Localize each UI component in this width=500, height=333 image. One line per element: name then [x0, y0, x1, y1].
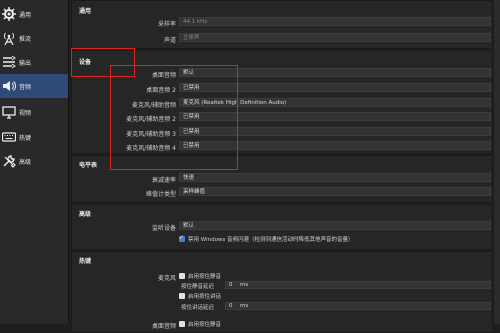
sidebar-item-audio[interactable]: 音频: [0, 74, 68, 98]
speaker-icon: [2, 79, 16, 93]
desktop-ptm-checkbox[interactable]: [179, 321, 185, 327]
sidebar-item-label: 音频: [19, 83, 32, 91]
channels-select[interactable]: 立体声: [179, 33, 491, 42]
desktop-hotkey-label: 桌面音频: [151, 323, 176, 330]
ptt-delay-label: 按住讲话延迟: [181, 305, 215, 311]
sidebar-item-advanced[interactable]: 高级: [0, 149, 68, 173]
sample-rate-select[interactable]: 44.1 kHz: [179, 17, 491, 26]
sidebar-item-label: 通用: [19, 11, 32, 19]
ptm-enable-label: 启用按住静音: [188, 274, 222, 280]
general-section: 通用 采样率 44.1 kHz 声道 立体声: [71, 0, 493, 49]
desktop-ptm-label: 启用按住静音: [188, 322, 222, 328]
section-title: 通用: [79, 8, 92, 15]
hotkey-source-label: 麦克风: [157, 275, 176, 282]
channels-label: 声道: [163, 37, 176, 44]
sidebar-item-stream[interactable]: 推流: [0, 26, 68, 50]
ducking-checkbox[interactable]: [179, 234, 185, 242]
ducking-label: 禁用 Windows 音频闪避（检测到通信活动时降低其他声音的音量）: [188, 237, 354, 243]
ptt-enable-checkbox[interactable]: [179, 293, 185, 299]
sidebar-item-video[interactable]: 视频: [0, 100, 68, 124]
sidebar-item-label: 推流: [19, 35, 32, 43]
output-icon: [2, 55, 16, 69]
gear-icon: [2, 7, 16, 21]
section-title: 高级: [79, 211, 92, 218]
vertical-scrollbar[interactable]: [494, 0, 500, 324]
sidebar-item-label: 输出: [19, 59, 32, 67]
ptt-delay-input[interactable]: 0 ms: [225, 302, 491, 310]
ptt-enable-label: 启用按住讲话: [188, 294, 222, 300]
ptm-delay-input[interactable]: 0 ms: [225, 281, 491, 289]
ptm-enable-checkbox[interactable]: [179, 273, 185, 279]
sidebar-item-label: 高级: [19, 158, 32, 166]
monitoring-device-select[interactable]: 默认: [179, 221, 491, 230]
keyboard-icon: [2, 130, 16, 144]
monitor-icon: [2, 105, 16, 119]
sample-rate-label: 采样率: [157, 21, 176, 28]
broadcast-icon: [2, 31, 16, 45]
decay-rate-label: 衰减速率: [151, 177, 176, 184]
decay-rate-select[interactable]: 快速: [179, 173, 491, 182]
hotkeys-section: 热键 麦克风 启用按住静音 按住静音延迟 0 ms 启用按住讲话 按住讲话延迟 …: [71, 251, 493, 333]
peak-meter-label: 峰值计类型: [145, 191, 176, 198]
annotation-box-device-list: [110, 65, 238, 170]
sidebar-item-general[interactable]: 通用: [0, 2, 68, 26]
ptm-delay-label: 按住静音延迟: [181, 284, 215, 290]
tools-icon: [2, 154, 16, 168]
sidebar-item-label: 视频: [19, 109, 32, 117]
advanced-section: 高级 监听设备 默认 禁用 Windows 音频闪避（检测到通信活动时降低其他声…: [71, 204, 493, 250]
section-title: 电平表: [79, 162, 98, 169]
section-title: 热键: [79, 258, 92, 265]
monitoring-device-label: 监听设备: [151, 225, 176, 232]
sidebar-item-label: 热键: [19, 134, 32, 142]
sidebar-item-output[interactable]: 输出: [0, 50, 68, 74]
sidebar-item-hotkeys[interactable]: 热键: [0, 125, 68, 149]
settings-sidebar: 通用 推流 输出 音频 视频 热键 高级: [0, 0, 69, 324]
peak-meter-select[interactable]: 采样峰值: [179, 187, 491, 196]
